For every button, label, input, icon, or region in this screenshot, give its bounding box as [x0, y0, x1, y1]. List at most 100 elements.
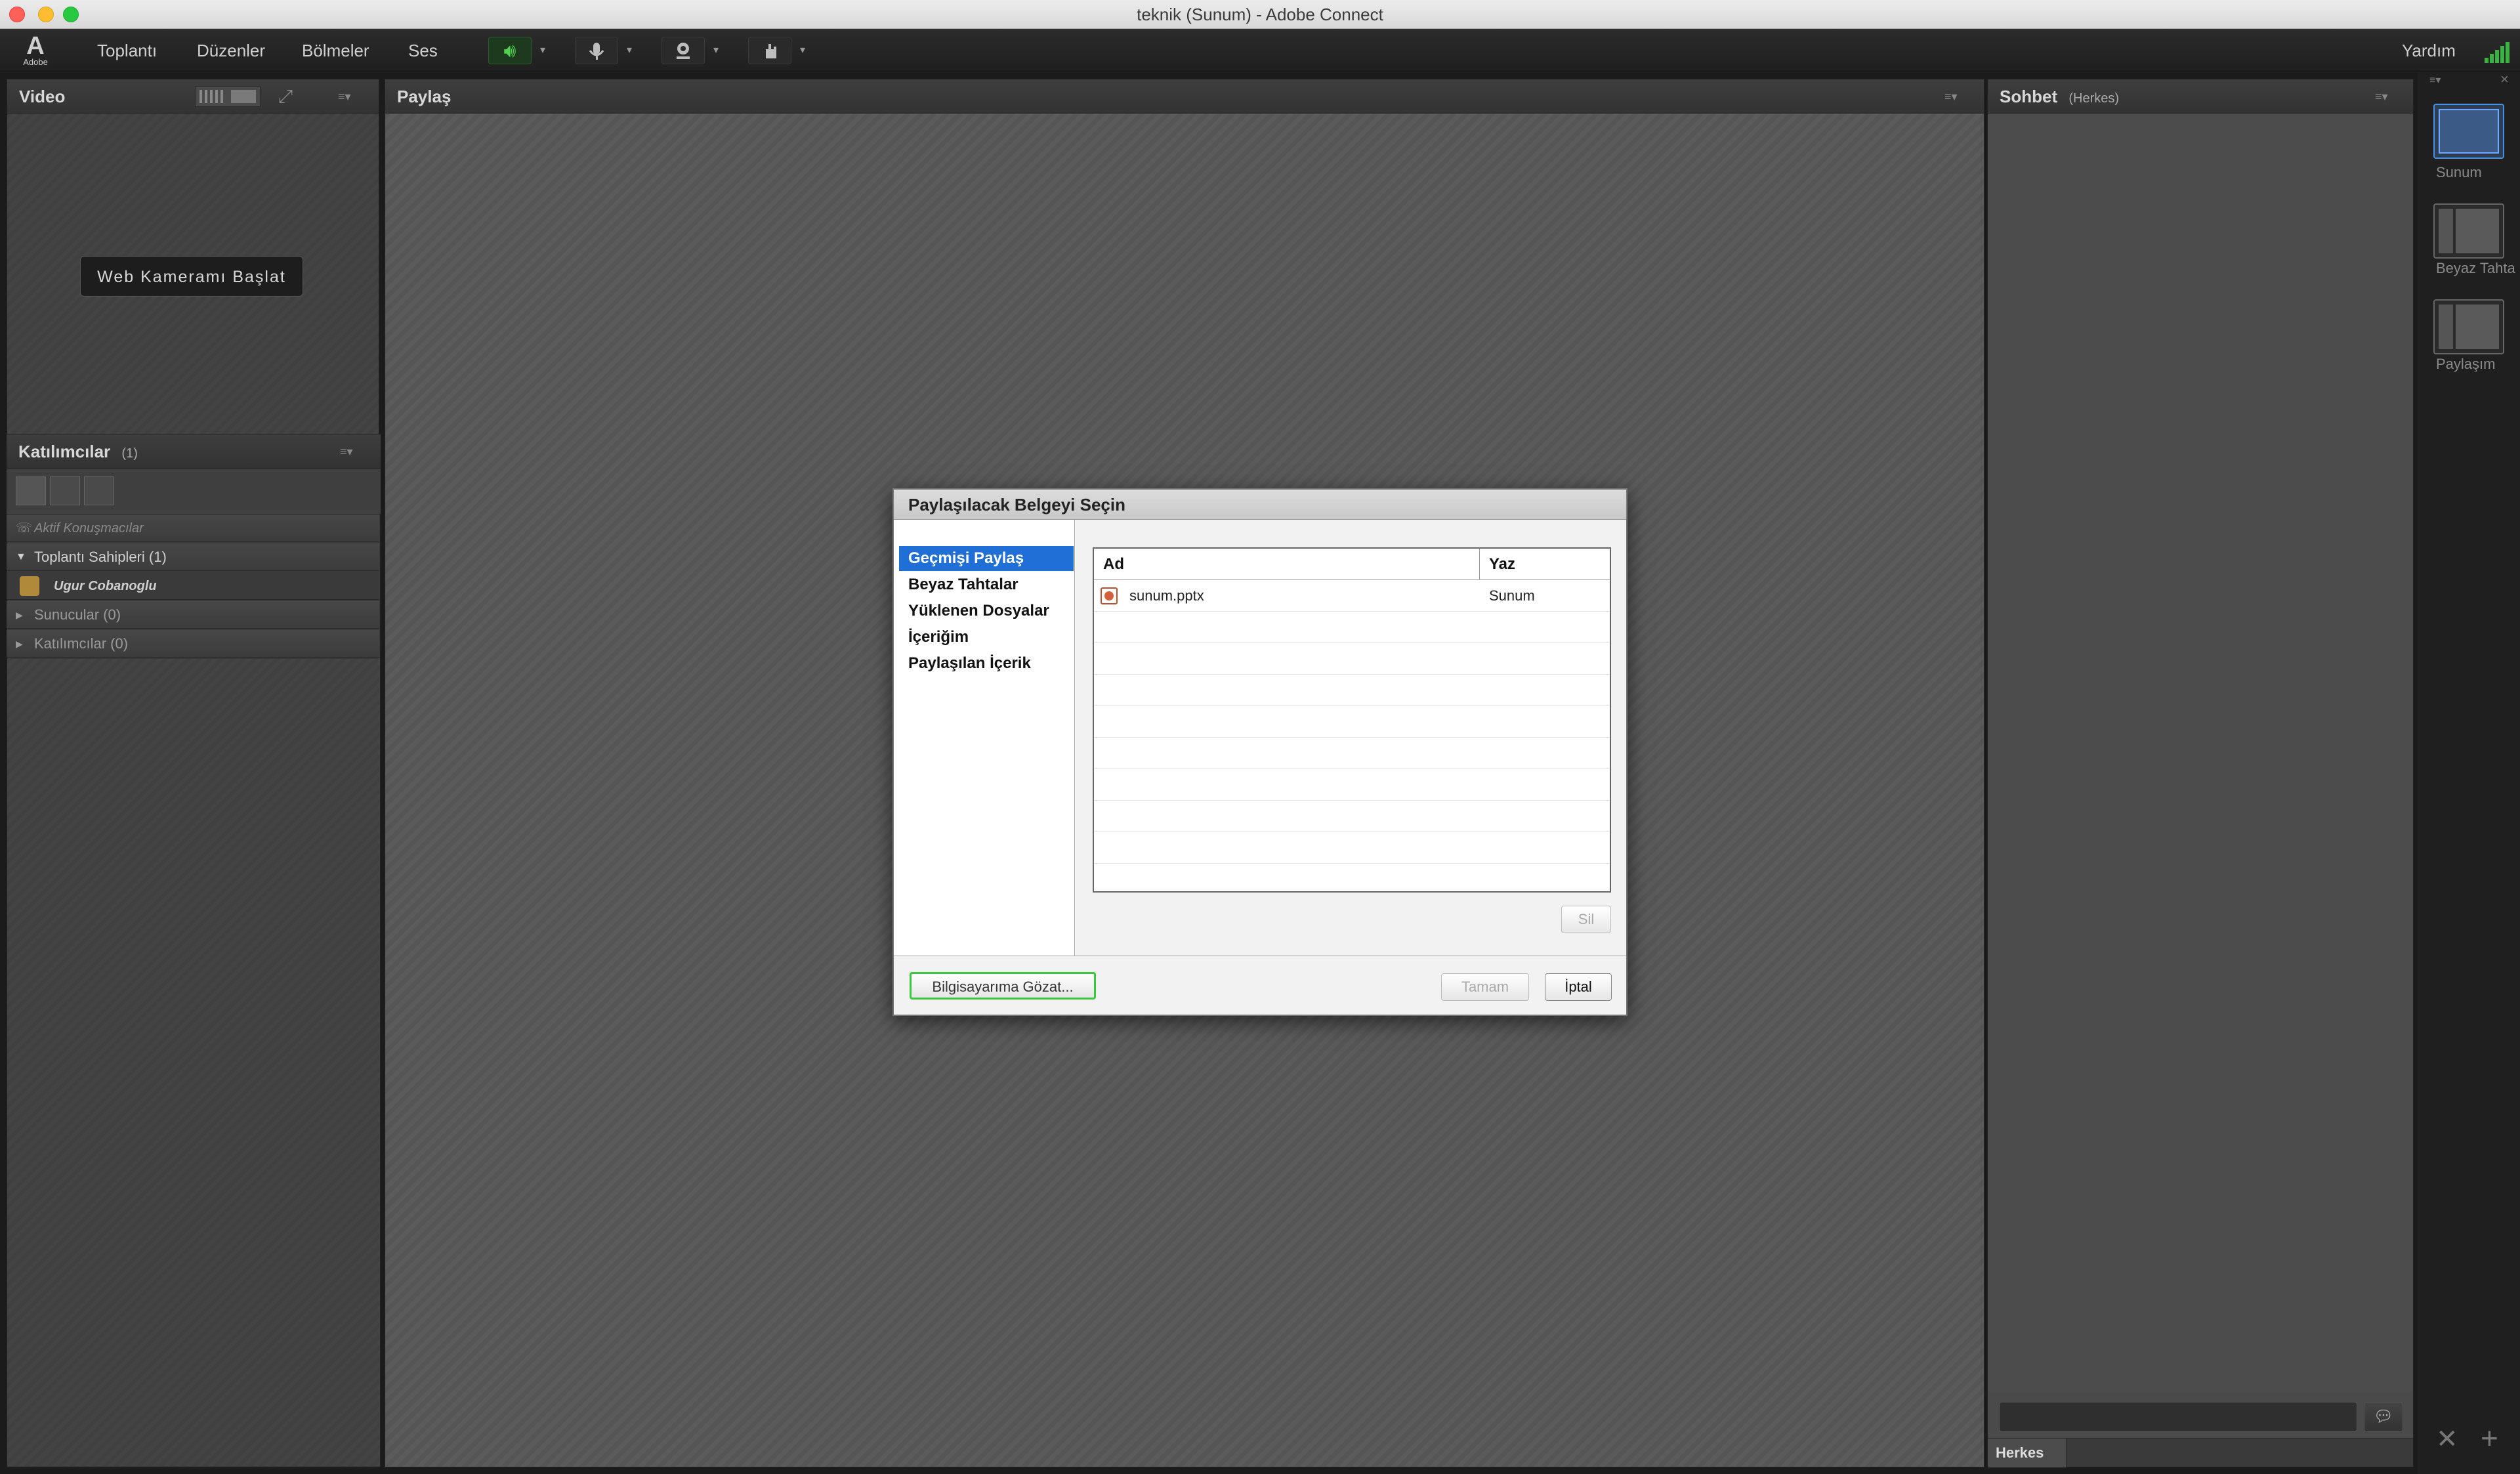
active-speakers-label: Aktif Konuşmacılar — [34, 521, 144, 536]
status-button[interactable] — [748, 37, 791, 64]
expanded-triangle-icon: ▼ — [16, 551, 26, 562]
layouts-bar — [2418, 72, 2520, 1474]
group-participants-label: Katılımcılar (0) — [34, 635, 129, 652]
chat-audience: (Herkes) — [2068, 91, 2120, 106]
dialog-footer: Bilgisayarıma Gözat... Tamam İptal — [894, 956, 1626, 1015]
layouts-close-icon[interactable]: × — [2500, 71, 2509, 88]
layout-presentation-thumb[interactable] — [2433, 104, 2504, 159]
phone-icon: ☏ — [16, 521, 33, 536]
attendees-toolbar — [7, 469, 381, 515]
category-shared-content[interactable]: Paylaşılan İçerik — [899, 651, 1074, 676]
pptx-file-icon — [1101, 587, 1118, 604]
ok-button[interactable]: Tamam — [1441, 973, 1529, 1001]
column-header-name[interactable]: Ad — [1094, 549, 1480, 580]
menu-layouts[interactable]: Düzenler — [197, 29, 265, 72]
microphone-icon — [589, 43, 604, 60]
video-view-toggle[interactable] — [195, 86, 261, 107]
fullscreen-icon[interactable]: ⤢ — [274, 86, 297, 107]
chat-pod-menu-icon[interactable]: ≡▾ — [2375, 90, 2388, 104]
table-row-empty — [1094, 738, 1610, 769]
attendees-pod-title: Katılımcılar — [18, 442, 111, 461]
webcam-button[interactable] — [662, 37, 705, 64]
chat-send-button[interactable]: 💬︎ — [2364, 1402, 2403, 1432]
speech-bubble-icon: 💬︎ — [2373, 1408, 2394, 1425]
layout-whiteboard-icon-main — [2456, 209, 2499, 253]
menu-meeting[interactable]: Toplantı — [97, 29, 157, 72]
share-pod-menu-icon[interactable]: ≡▾ — [1944, 90, 1958, 104]
table-row-empty — [1094, 832, 1610, 864]
help-menu[interactable]: Yardım — [2402, 29, 2456, 72]
attendees-empty-area — [7, 659, 380, 1466]
attendees-count: (1) — [121, 446, 138, 461]
attendee-row[interactable]: Ugur Cobanoglu — [7, 572, 379, 600]
category-share-history[interactable]: Geçmişi Paylaş — [899, 546, 1074, 571]
webcam-dropdown-icon[interactable]: ▾ — [706, 37, 726, 64]
layout-whiteboard-label: Beyaz Tahta — [2436, 260, 2515, 276]
host-avatar-icon — [20, 576, 39, 596]
collapsed-triangle-icon: ▶ — [16, 610, 23, 620]
layout-sharing-thumb[interactable] — [2433, 299, 2504, 354]
grid-view-icon — [200, 90, 224, 103]
file-table: Ad Yaz sunum.pptx Sunum — [1093, 547, 1611, 893]
menu-pods[interactable]: Bölmeler — [302, 29, 369, 72]
adobe-logo-text: Adobe — [23, 57, 48, 67]
video-pod-title: Video — [7, 79, 379, 114]
file-type: Sunum — [1489, 587, 1535, 604]
manage-layouts-icon[interactable]: ✕ — [2436, 1424, 2458, 1454]
layouts-menu-icon[interactable]: ≡▾ — [2429, 74, 2441, 87]
speaker-dropdown-icon[interactable]: ▾ — [533, 37, 553, 64]
table-row-empty — [1094, 801, 1610, 832]
chat-messages-area — [1988, 114, 2413, 1392]
webcam-icon — [677, 43, 690, 59]
group-presenters-row[interactable]: ▶ Sunucular (0) — [7, 601, 379, 629]
column-header-type[interactable]: Yaz — [1480, 549, 1610, 580]
speaker-button[interactable]: 🔊︎ — [488, 37, 532, 64]
table-row-empty — [1094, 612, 1610, 643]
raise-hand-icon — [766, 44, 776, 58]
connection-signal-icon — [2485, 42, 2511, 63]
layout-sharing-label: Paylaşım — [2436, 356, 2496, 372]
table-row-empty — [1094, 643, 1610, 675]
category-my-content[interactable]: İçeriğim — [899, 625, 1074, 650]
chat-pod-title: Sohbet — [2000, 87, 2058, 106]
active-speakers-row: ☏ Aktif Konuşmacılar — [7, 515, 379, 542]
group-hosts-label: Toplantı Sahipleri (1) — [34, 549, 167, 565]
attendee-status-icon[interactable] — [84, 476, 114, 505]
menu-bar — [0, 29, 2520, 72]
layout-sharing-icon — [2439, 305, 2453, 349]
file-name: sunum.pptx — [1129, 587, 1204, 604]
table-row[interactable]: sunum.pptx Sunum — [1094, 580, 1610, 612]
group-presenters-label: Sunucular (0) — [34, 606, 121, 623]
attendee-expand-icon[interactable] — [50, 476, 80, 505]
cancel-button[interactable]: İptal — [1545, 973, 1612, 1001]
category-uploaded-files[interactable]: Yüklenen Dosyalar — [899, 599, 1074, 623]
microphone-button[interactable] — [575, 37, 618, 64]
category-whiteboards[interactable]: Beyaz Tahtalar — [899, 572, 1074, 597]
share-pod-title: Paylaş — [385, 79, 1984, 114]
chat-tab-everyone[interactable]: Herkes — [1988, 1439, 2067, 1467]
microphone-dropdown-icon[interactable]: ▾ — [620, 37, 639, 64]
table-row-empty — [1094, 675, 1610, 706]
browse-computer-button[interactable]: Bilgisayarıma Gözat... — [910, 972, 1096, 1000]
attendee-list-view-icon[interactable] — [16, 476, 46, 505]
select-document-dialog: Paylaşılacak Belgeyi Seçin Geçmişi Payla… — [892, 488, 1628, 1016]
chat-message-input[interactable] — [1999, 1402, 2357, 1432]
video-pod-menu-icon[interactable]: ≡▾ — [338, 90, 351, 104]
group-hosts-row[interactable]: ▼ Toplantı Sahipleri (1) — [7, 543, 379, 571]
layout-presentation-label: Sunum — [2436, 164, 2482, 180]
start-webcam-button[interactable]: Web Kameramı Başlat — [80, 256, 303, 297]
layout-whiteboard-thumb[interactable] — [2433, 203, 2504, 259]
single-view-icon — [231, 90, 256, 103]
attendees-pod-menu-icon[interactable]: ≡▾ — [340, 445, 353, 459]
adobe-logo: A Adobe — [17, 33, 54, 68]
add-layout-icon[interactable]: + — [2481, 1420, 2498, 1456]
menu-audio[interactable]: Ses — [408, 29, 438, 72]
table-row-empty — [1094, 769, 1610, 801]
chat-pod-header: Sohbet (Herkes) — [1988, 79, 2413, 114]
layout-presentation-icon — [2439, 109, 2499, 154]
status-dropdown-icon[interactable]: ▾ — [793, 37, 812, 64]
group-participants-row[interactable]: ▶ Katılımcılar (0) — [7, 630, 379, 658]
table-row-empty — [1094, 706, 1610, 738]
speaker-icon: 🔊︎ — [503, 40, 516, 62]
delete-button[interactable]: Sil — [1561, 906, 1611, 933]
